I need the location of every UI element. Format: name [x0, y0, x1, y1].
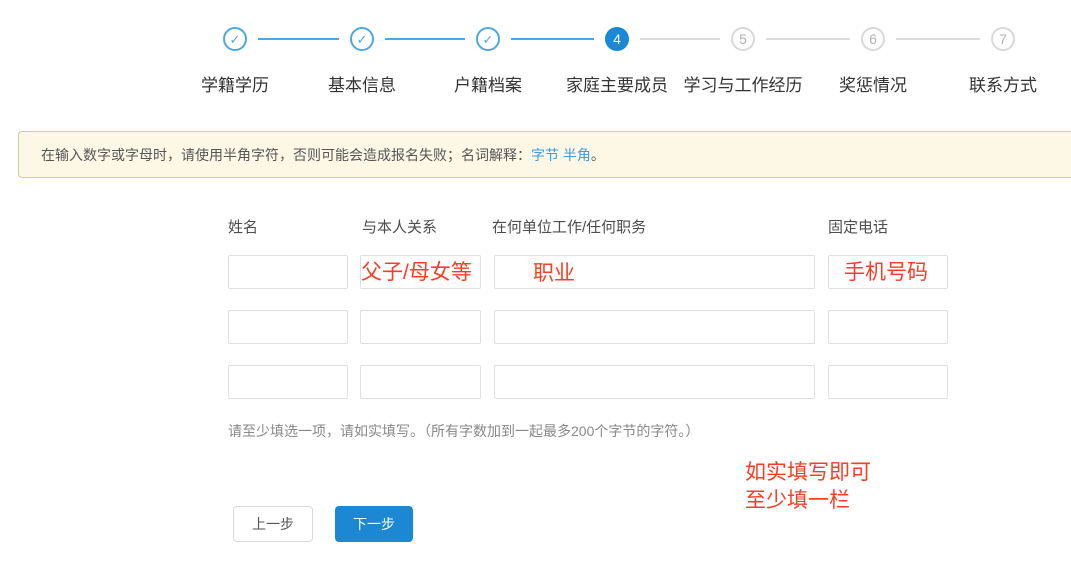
- phone-input-row1[interactable]: [828, 255, 948, 289]
- header-phone: 固定电话: [828, 216, 888, 237]
- step-7-circle[interactable]: 7: [991, 27, 1015, 51]
- step-2-circle[interactable]: ✓: [350, 27, 374, 51]
- step-6-label: 奖惩情况: [839, 71, 907, 96]
- registration-wizard-page: ✓ ✓ ✓ 4 5 6 7 学籍学历 基本信息 户籍档案 家庭主要成员 学习与工…: [0, 0, 1071, 567]
- form-note: 请至少填选一项，请如实填写。（所有字数加到一起最多200个字节的字符。）: [228, 421, 699, 441]
- step-5-circle[interactable]: 5: [731, 27, 755, 51]
- check-icon: ✓: [230, 33, 241, 46]
- halfwidth-term-link[interactable]: 半角: [563, 147, 591, 163]
- name-input-row2[interactable]: [228, 310, 348, 344]
- step-7-label: 联系方式: [969, 71, 1037, 96]
- step-4-circle[interactable]: 4: [605, 27, 629, 51]
- relation-input-row2[interactable]: [360, 310, 481, 344]
- step-1-circle[interactable]: ✓: [223, 27, 247, 51]
- prev-step-button[interactable]: 上一步: [233, 506, 313, 542]
- notice-suffix: 。: [591, 147, 605, 163]
- step-connector: [385, 38, 465, 40]
- check-icon: ✓: [357, 33, 368, 46]
- phone-input-row2[interactable]: [828, 310, 948, 344]
- notice-text: 在输入数字或字母时，请使用半角字符，否则可能会造成报名失败；名词解释：字节 半角…: [41, 145, 605, 165]
- step-4-label: 家庭主要成员: [566, 71, 668, 96]
- step-3-label: 户籍档案: [454, 71, 522, 96]
- step-1-label: 学籍学历: [201, 71, 269, 96]
- workunit-input-row1[interactable]: [494, 255, 815, 289]
- header-workunit: 在何单位工作/任何职务: [492, 216, 646, 237]
- relation-input-row1[interactable]: [360, 255, 481, 289]
- step-6-circle[interactable]: 6: [861, 27, 885, 51]
- next-step-button[interactable]: 下一步: [335, 506, 413, 542]
- step-2-label: 基本信息: [328, 71, 396, 96]
- header-name: 姓名: [228, 216, 258, 237]
- step-3-circle[interactable]: ✓: [476, 27, 500, 51]
- annotation-bottom-line1: 如实填写即可: [745, 460, 871, 485]
- byte-term-link[interactable]: 字节: [531, 147, 559, 163]
- header-relation: 与本人关系: [362, 216, 437, 237]
- name-input-row1[interactable]: [228, 255, 348, 289]
- notice-message: 在输入数字或字母时，请使用半角字符，否则可能会造成报名失败；名词解释：: [41, 147, 531, 163]
- workunit-input-row3[interactable]: [494, 365, 815, 399]
- phone-input-row3[interactable]: [828, 365, 948, 399]
- step-connector: [511, 38, 594, 40]
- halfwidth-notice-banner: 在输入数字或字母时，请使用半角字符，否则可能会造成报名失败；名词解释：字节 半角…: [18, 131, 1071, 178]
- relation-input-row3[interactable]: [360, 365, 481, 399]
- step-connector: [258, 38, 339, 40]
- step-connector: [896, 38, 980, 40]
- step-5-label: 学习与工作经历: [684, 71, 803, 96]
- name-input-row3[interactable]: [228, 365, 348, 399]
- step-connector: [766, 38, 850, 40]
- workunit-input-row2[interactable]: [494, 310, 815, 344]
- annotation-bottom-line2: 至少填一栏: [745, 488, 850, 513]
- check-icon: ✓: [483, 33, 494, 46]
- step-connector: [640, 38, 720, 40]
